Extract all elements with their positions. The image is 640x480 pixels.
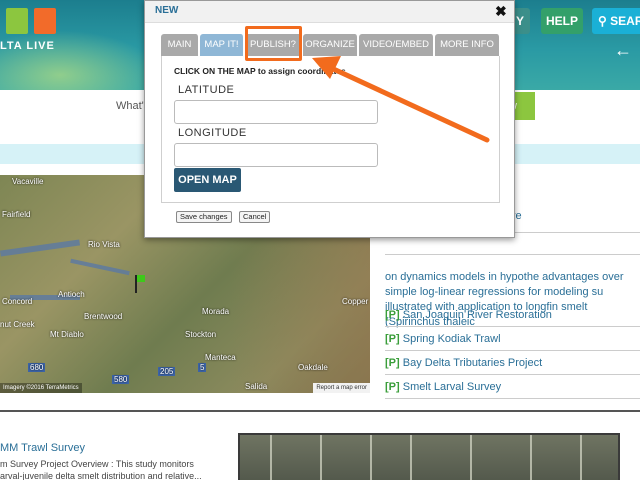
map-label-concord: Concord: [2, 297, 33, 306]
survey-summary: m Survey Project Overview : This study m…: [0, 459, 202, 480]
map-attribution: Imagery ©2016 TerraMetrics: [0, 383, 82, 393]
logo-bird-icon[interactable]: [34, 8, 56, 34]
nav-item-whats[interactable]: What': [116, 100, 144, 112]
dialog-title: NEW: [155, 5, 179, 16]
list-item[interactable]: [P] Smelt Larval Survey: [385, 375, 640, 399]
map-marker-flag-icon[interactable]: [135, 275, 145, 293]
survey-title-link[interactable]: MM Trawl Survey: [0, 442, 85, 454]
map-label-manteca: Manteca: [205, 353, 236, 362]
map-water: [0, 239, 81, 257]
open-map-button[interactable]: OPEN MAP: [174, 168, 241, 192]
dialog-titlebar[interactable]: NEW ✖: [145, 1, 514, 23]
logo-leaf-icon[interactable]: [6, 8, 28, 34]
new-item-dialog: NEW ✖ MAIN MAP IT! PUBLISH? ORGANIZE VID…: [144, 0, 515, 238]
map-label-fairfield: Fairfield: [2, 210, 31, 219]
search-icon: ⚲: [598, 14, 607, 28]
map-label-brentwood: Brentwood: [84, 312, 123, 321]
help-button[interactable]: HELP: [541, 8, 583, 34]
publish-tab-highlight: [245, 26, 302, 61]
report-map-error-link[interactable]: Report a map error: [313, 383, 370, 393]
search-button[interactable]: ⚲ SEAR: [592, 8, 640, 34]
list-item[interactable]: [P] Spring Kodiak Trawl: [385, 327, 640, 351]
longitude-input[interactable]: [174, 143, 378, 167]
map-instruction: CLICK ON THE MAP to assign coordinates: [174, 66, 346, 76]
highway-205: 205: [158, 367, 176, 376]
map-label-salida: Salida: [245, 382, 268, 391]
latitude-input[interactable]: [174, 100, 378, 124]
tab-main[interactable]: MAIN: [161, 34, 199, 56]
highway-680: 680: [28, 363, 46, 372]
save-changes-button[interactable]: Save changes: [176, 211, 232, 223]
map-water: [70, 258, 130, 276]
map-label-stockton: Stockton: [185, 330, 217, 339]
map-label-vacaville: Vacaville: [12, 177, 44, 186]
arrow-left-icon[interactable]: ←: [614, 40, 632, 61]
list-item[interactable]: [P] Bay Delta Tributaries Project: [385, 351, 640, 375]
tab-video-embed[interactable]: VIDEO/EMBED: [359, 34, 434, 56]
map-label-nut-creek: nut Creek: [0, 320, 35, 329]
logo-text[interactable]: LTA LIVE: [0, 40, 55, 52]
map-it-panel: CLICK ON THE MAP to assign coordinates L…: [161, 56, 500, 203]
map-label-rio-vista: Rio Vista: [88, 240, 120, 249]
list-item[interactable]: [P] San Joaquin River Restoration: [385, 303, 640, 327]
map-label-mt-diablo: Mt Diablo: [50, 330, 84, 339]
map-label-oakdale: Oakdale: [298, 363, 328, 372]
longitude-label: LONGITUDE: [178, 127, 247, 139]
map-label-morada: Morada: [202, 307, 230, 316]
tab-more-info[interactable]: MORE INFO: [435, 34, 500, 56]
tab-organize[interactable]: ORGANIZE: [303, 34, 358, 56]
section-divider: [0, 410, 640, 412]
cancel-button[interactable]: Cancel: [239, 211, 271, 223]
search-button-label: SEAR: [610, 14, 640, 28]
map-label-copperopolis: Copper: [342, 297, 369, 306]
map-label-antioch: Antioch: [58, 290, 85, 299]
highway-5: 5: [198, 363, 207, 372]
latitude-label: LATITUDE: [178, 84, 235, 96]
survey-photo[interactable]: [238, 433, 620, 480]
close-icon[interactable]: ✖: [495, 3, 507, 20]
tab-map-it[interactable]: MAP IT!: [200, 34, 244, 56]
highway-580: 580: [112, 375, 130, 384]
